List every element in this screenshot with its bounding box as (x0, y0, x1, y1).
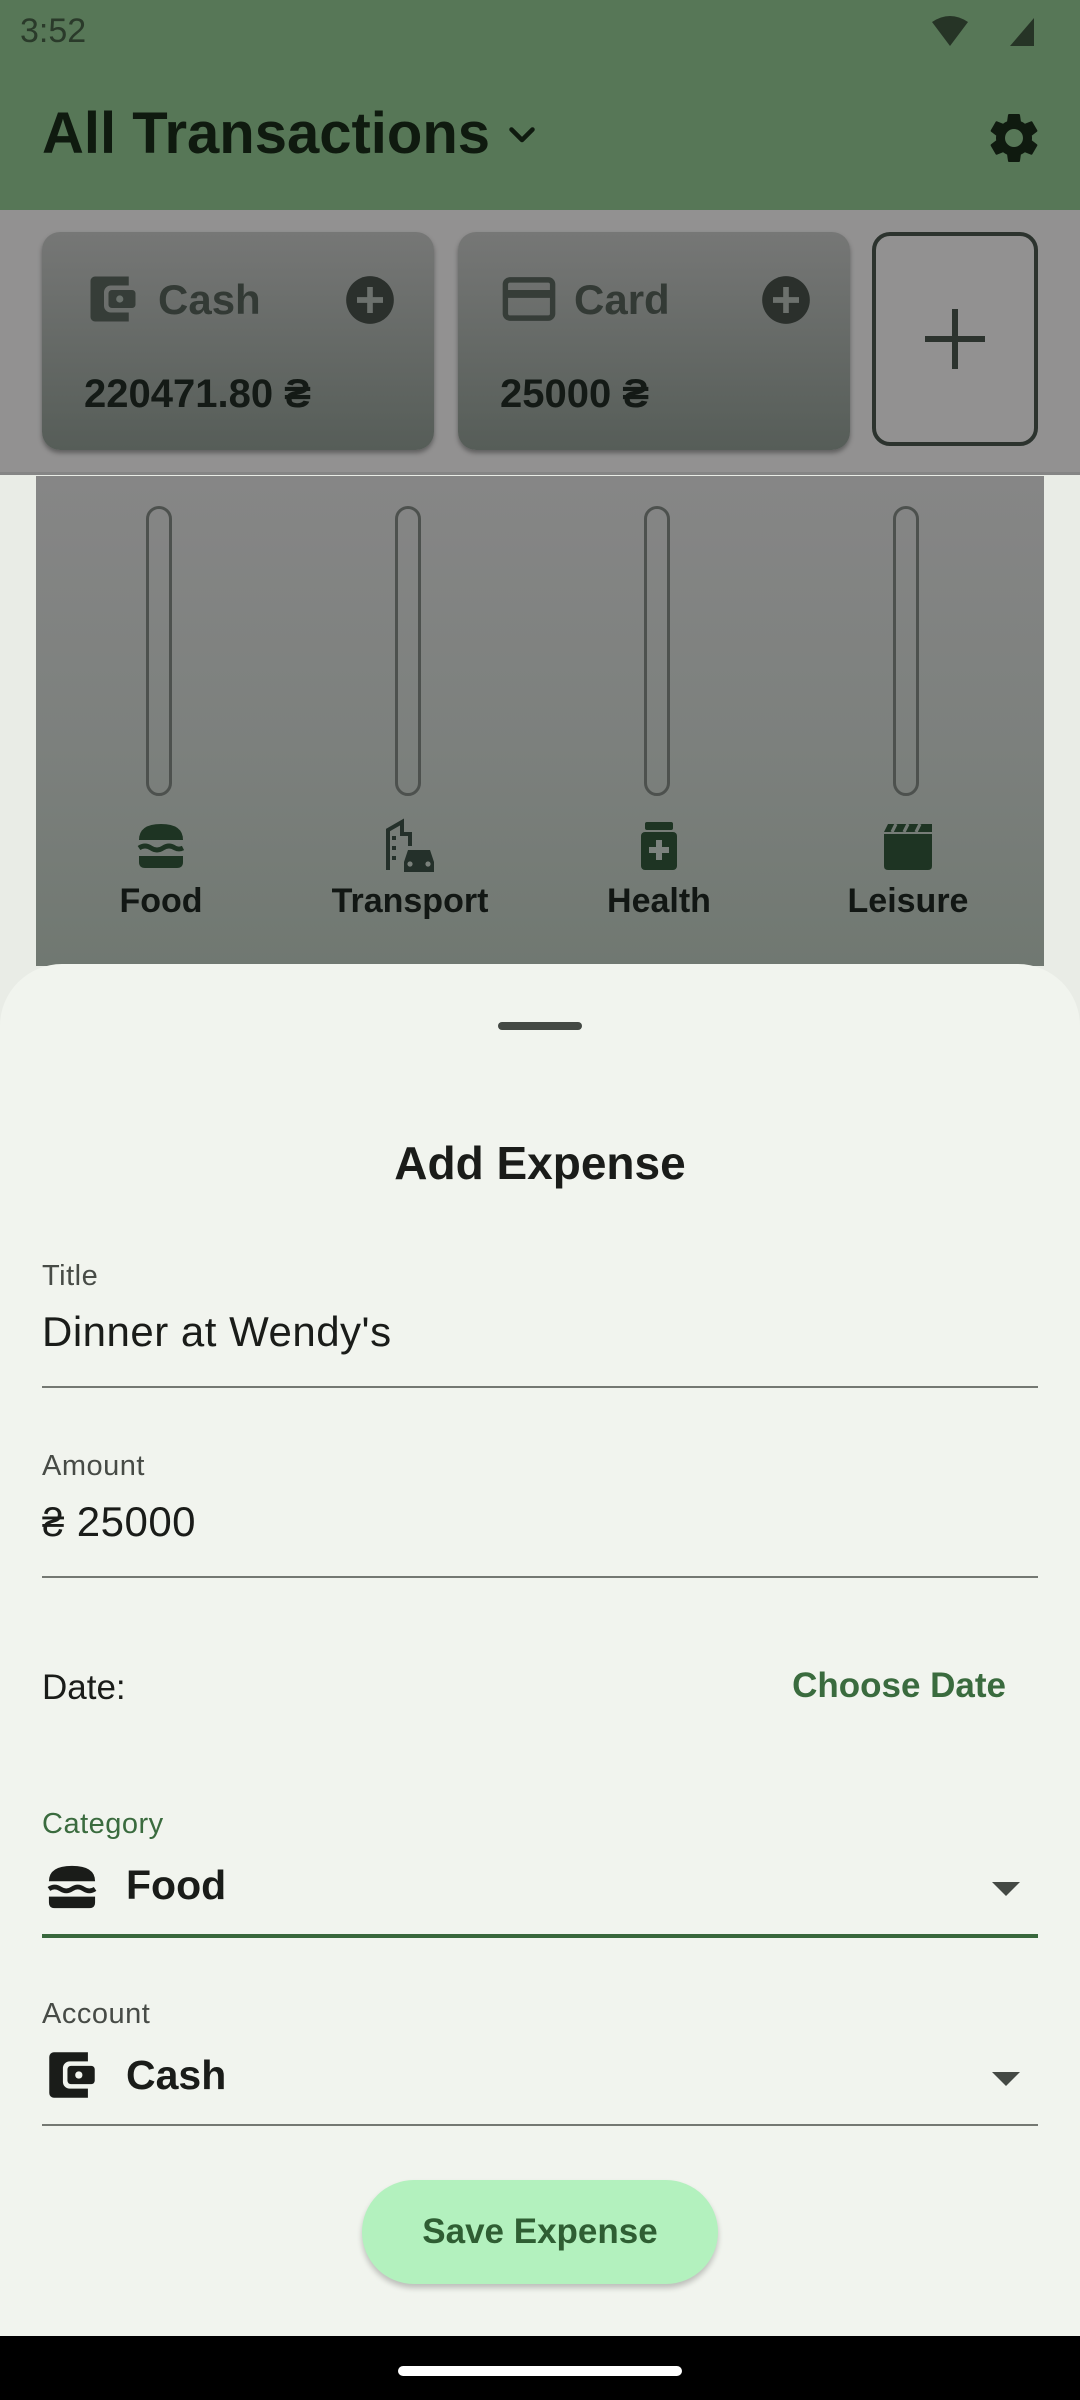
account-balance: 25000 ₴ (500, 372, 650, 416)
amount-underline (42, 1576, 1038, 1578)
category-column-food[interactable]: Food (36, 506, 286, 966)
dropdown-arrow-icon (992, 1882, 1020, 1896)
gear-icon[interactable] (984, 108, 1044, 168)
drag-handle[interactable] (498, 1022, 582, 1030)
category-label: Leisure (847, 882, 969, 920)
category-underline (42, 1934, 1038, 1938)
dropdown-arrow-icon (992, 2072, 1020, 2086)
account-underline (42, 2124, 1038, 2126)
account-card-card[interactable]: Card 25000 ₴ (458, 232, 850, 450)
add-circle-icon[interactable] (760, 274, 812, 326)
page-title: All Transactions (42, 101, 491, 166)
wallet-icon (49, 2052, 95, 2098)
choose-date-button[interactable]: Choose Date (792, 1666, 1006, 1706)
add-circle-icon[interactable] (344, 274, 396, 326)
plus-icon (925, 309, 985, 369)
signal-icon (1010, 18, 1034, 46)
add-expense-sheet: Add Expense Title Dinner at Wendy's Amou… (0, 964, 1080, 2336)
save-expense-button[interactable]: Save Expense (362, 2180, 718, 2284)
category-column-leisure[interactable]: Leisure (783, 506, 1033, 966)
amount-input[interactable]: ₴ 25000 (42, 1498, 196, 1546)
category-bar (146, 506, 172, 796)
chevron-down-icon (509, 126, 535, 142)
home-gesture-pill[interactable] (398, 2366, 682, 2376)
amount-label: Amount (42, 1450, 145, 1482)
status-time: 3:52 (20, 12, 87, 50)
accounts-strip: Cash 220471.80 ₴ Card 25000 ₴ (0, 210, 1080, 474)
account-name: Cash (158, 276, 261, 323)
app-bar: All Transactions (0, 64, 1080, 210)
category-label: Food (119, 882, 203, 920)
category-label: Category (42, 1808, 164, 1840)
wallet-icon (90, 276, 136, 322)
title-label: Title (42, 1260, 99, 1292)
add-account-button[interactable] (872, 232, 1038, 446)
account-balance: 220471.80 ₴ (84, 372, 311, 416)
title-underline (42, 1386, 1038, 1388)
medicine-icon (641, 822, 677, 870)
credit-card-icon (502, 277, 556, 321)
category-label: Health (607, 882, 711, 920)
account-card-cash[interactable]: Cash 220471.80 ₴ (42, 232, 434, 450)
clapperboard-icon (884, 823, 932, 870)
city-car-icon (386, 818, 434, 872)
navigation-bar (0, 2336, 1080, 2400)
account-name: Card (574, 276, 670, 323)
category-bar (644, 506, 670, 796)
category-bar (893, 506, 919, 796)
account-label: Account (42, 1998, 151, 2030)
burger-icon (137, 824, 185, 868)
category-bar (395, 506, 421, 796)
burger-icon (47, 1865, 97, 1909)
title-input[interactable]: Dinner at Wendy's (42, 1308, 392, 1356)
category-column-health[interactable]: Health (534, 506, 784, 966)
amount-value: 25000 (76, 1498, 197, 1545)
categories-panel: Food Transport Health Leisure (36, 476, 1044, 966)
status-icons (932, 16, 1034, 46)
date-label: Date: (42, 1668, 126, 1707)
status-bar: 3:52 (0, 0, 1080, 64)
category-value: Food (126, 1862, 227, 1908)
wifi-icon (932, 16, 968, 46)
divider (0, 472, 1080, 475)
category-label: Transport (331, 882, 489, 920)
category-column-transport[interactable]: Transport (285, 506, 535, 966)
transactions-filter-dropdown[interactable]: All Transactions (42, 100, 540, 167)
currency-prefix: ₴ (42, 1501, 65, 1545)
account-value: Cash (126, 2052, 227, 2098)
sheet-title: Add Expense (394, 1137, 686, 1189)
